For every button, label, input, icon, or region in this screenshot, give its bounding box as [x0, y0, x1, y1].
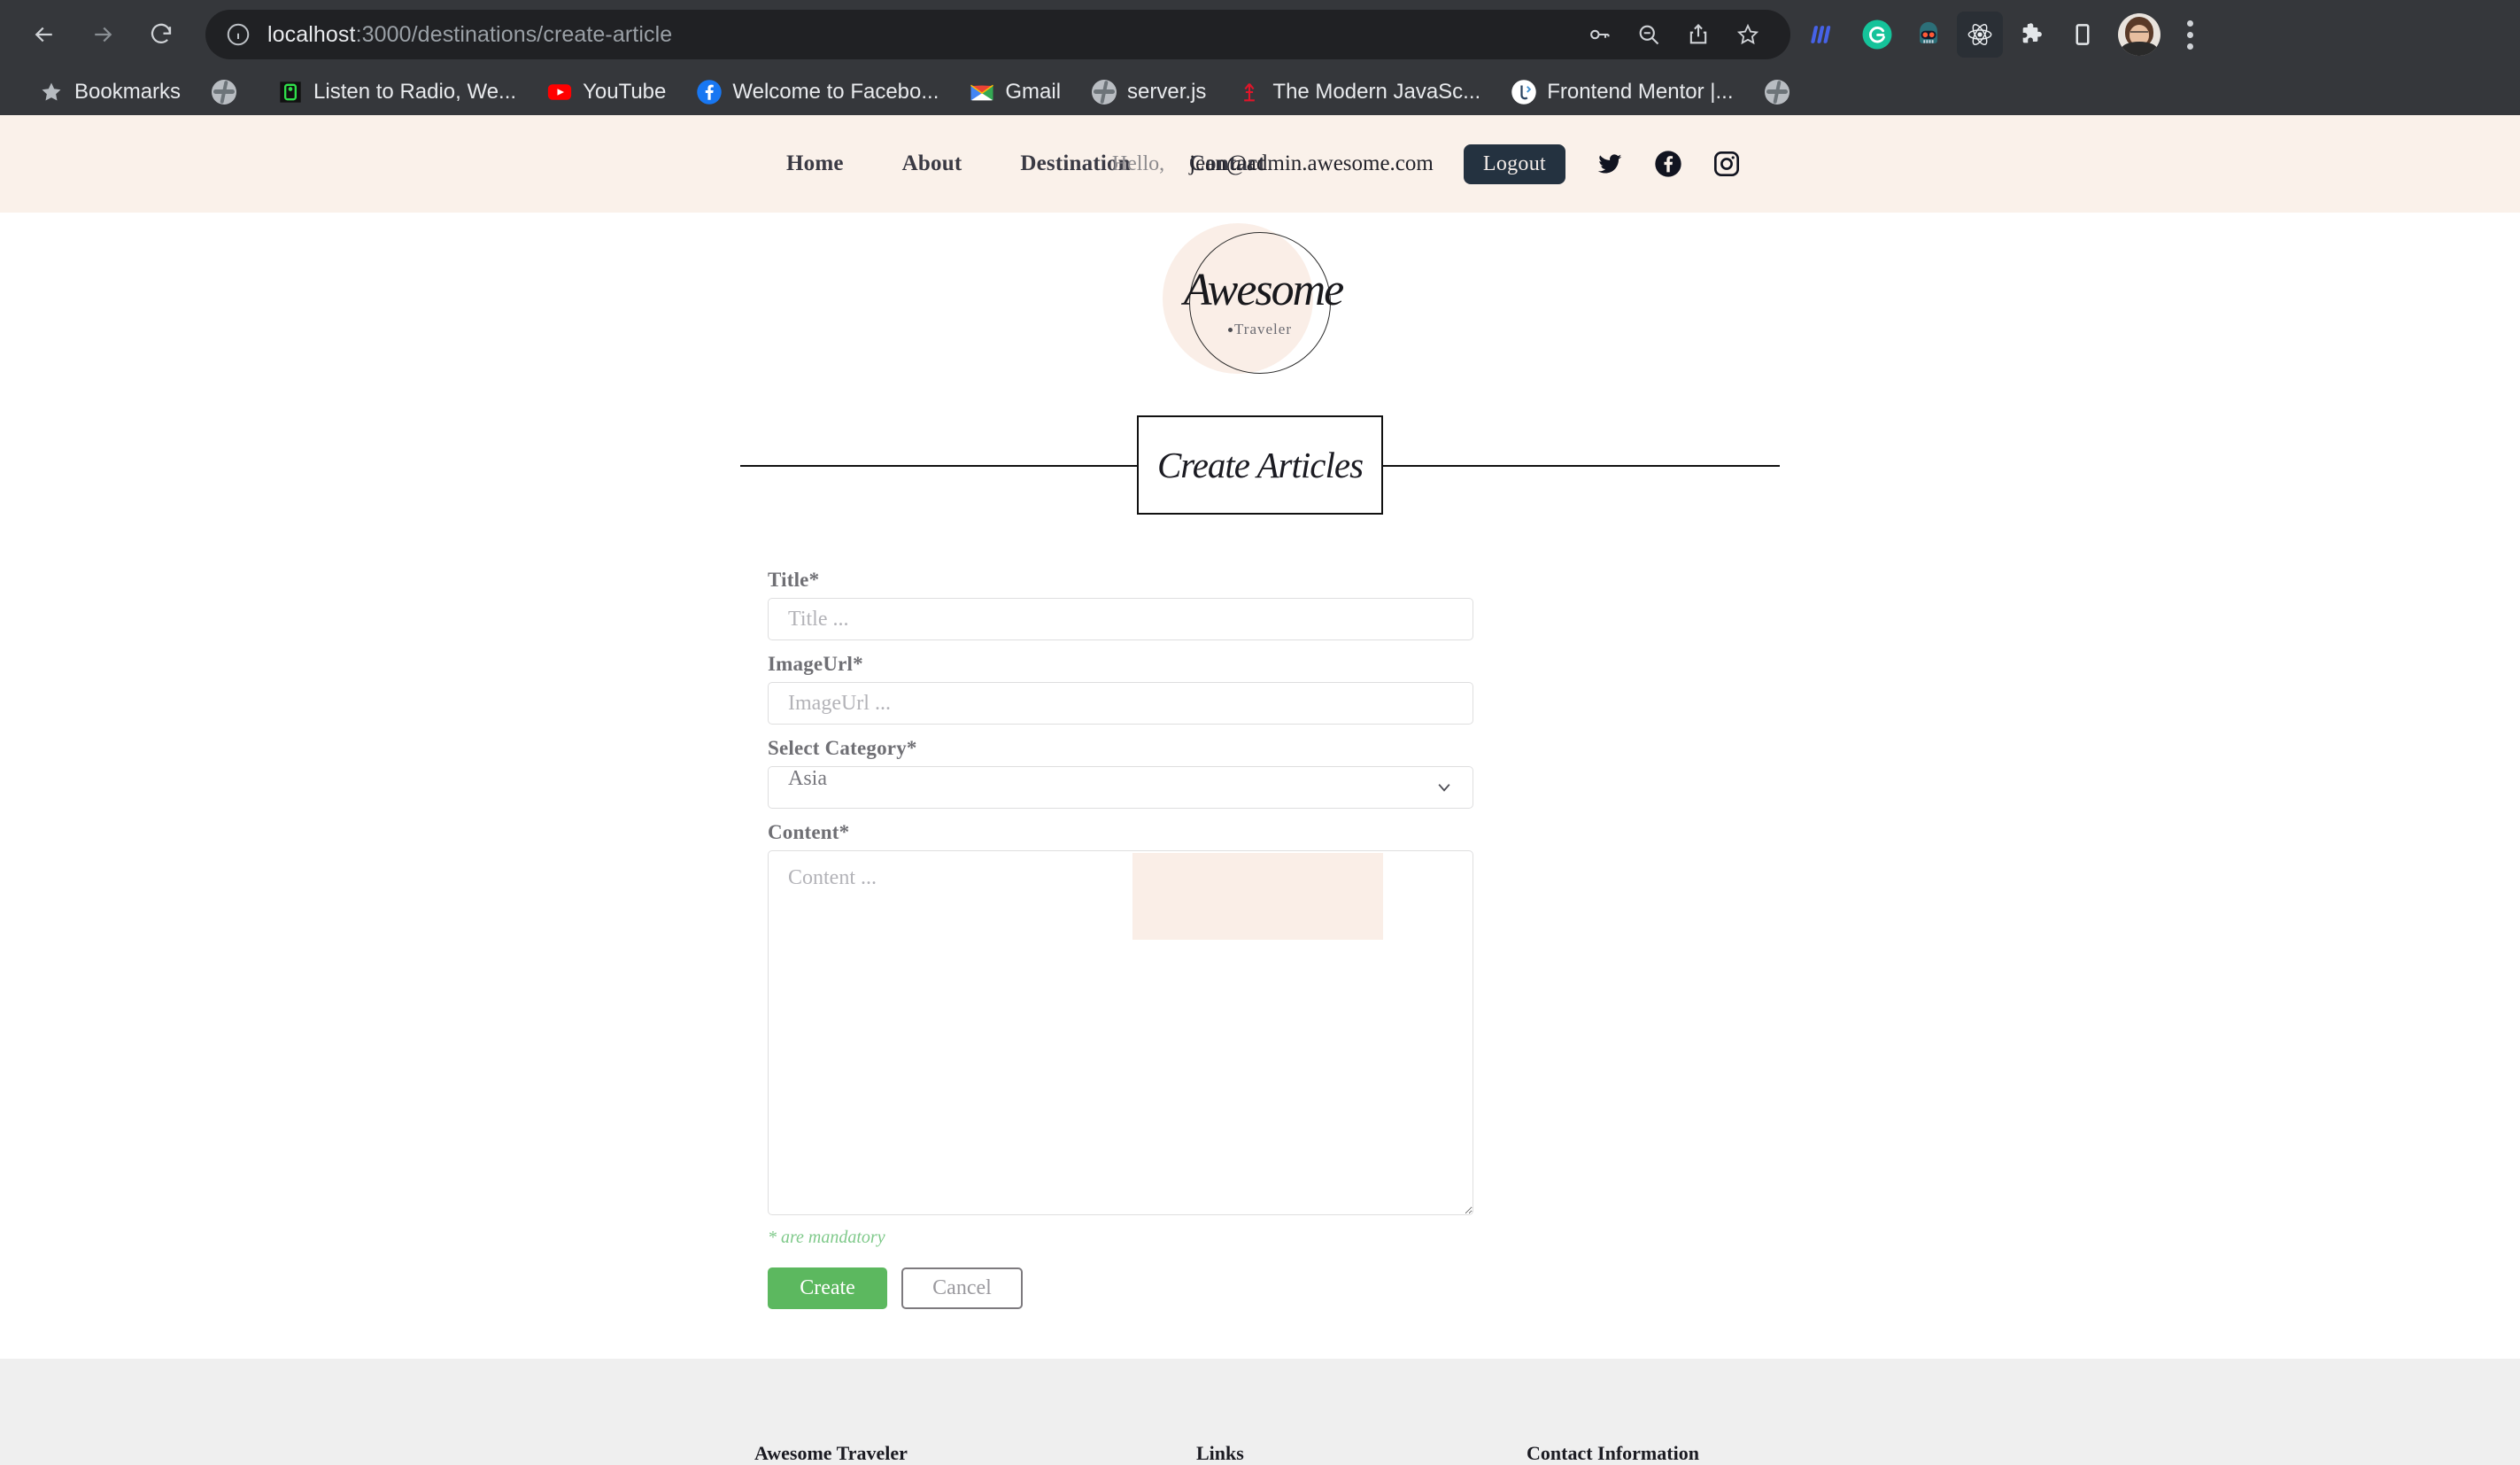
forward-arrow-icon[interactable]: [78, 10, 128, 59]
label-category: Select Category*: [768, 737, 917, 759]
bookmark-item-youtube[interactable]: YouTube: [531, 73, 681, 112]
youtube-icon: [546, 79, 573, 105]
instagram-icon[interactable]: [1712, 150, 1741, 178]
extensions-puzzle-icon[interactable]: [2008, 12, 2054, 58]
bookmark-label: YouTube: [583, 80, 667, 104]
frontend-mentor-icon: [1511, 79, 1537, 105]
field-imageurl: ImageUrl*: [768, 653, 1473, 725]
category-select[interactable]: Asia: [768, 766, 1473, 809]
social-links: [1596, 150, 1741, 178]
reading-list-icon[interactable]: [2060, 12, 2106, 58]
nav-item-about[interactable]: About: [873, 151, 992, 176]
globe-icon: [1764, 79, 1790, 105]
create-button[interactable]: Create: [768, 1267, 887, 1309]
user-email: jean@admin.awesome.com: [1189, 151, 1434, 175]
bookmarks-folder[interactable]: Bookmarks: [23, 73, 196, 112]
globe-icon: [1091, 79, 1117, 105]
facebook-icon[interactable]: [1654, 150, 1682, 178]
extension-blue-bars-icon[interactable]: [1803, 12, 1849, 58]
mandatory-note: * are mandatory: [768, 1228, 885, 1247]
footer-heading-brand: Awesome Traveler: [754, 1442, 908, 1464]
divider-left: [740, 465, 1139, 467]
field-category: Select Category* Asia: [768, 737, 1473, 809]
bookmark-item-frontend-mentor[interactable]: Frontend Mentor |...: [1496, 73, 1748, 112]
extension-icons: [1803, 12, 2210, 58]
radio-icon: [277, 79, 304, 105]
title-shadow-block: [1132, 853, 1383, 940]
globe-icon: [211, 79, 237, 105]
bookmark-label: server.js: [1127, 80, 1207, 104]
bookmark-star-icon: [38, 79, 65, 105]
three-dot-menu-icon[interactable]: [2169, 12, 2210, 58]
section-title-box: Create Articles: [1137, 415, 1383, 515]
title-input[interactable]: [768, 598, 1473, 640]
site-info-icon[interactable]: [225, 21, 251, 48]
site-footer: Awesome Traveler Links Contact Informati…: [0, 1359, 2520, 1465]
bookmarks-bar: Bookmarks Listen to Radio, We... YouTube…: [0, 69, 2520, 115]
zoom-out-icon[interactable]: [1626, 12, 1672, 58]
footer-heading-links: Links: [1196, 1442, 1244, 1464]
form-actions: Create Cancel: [768, 1267, 1473, 1309]
avatar: [2118, 13, 2161, 56]
bookmark-item-globe-1[interactable]: [196, 73, 262, 112]
cancel-button[interactable]: Cancel: [901, 1267, 1023, 1309]
share-icon[interactable]: [1675, 12, 1721, 58]
bookmark-label: Listen to Radio, We...: [313, 80, 517, 104]
facebook-icon: [696, 79, 723, 105]
navigation-buttons: [19, 10, 186, 59]
greeting-text: Hello,: [1111, 151, 1165, 175]
react-devtools-icon[interactable]: [1957, 12, 2003, 58]
bookmark-star-icon[interactable]: [1725, 12, 1771, 58]
bookmark-item-globe-2[interactable]: [1749, 73, 1815, 112]
bookmarks-label: Bookmarks: [74, 80, 182, 104]
address-bar[interactable]: localhost:3000/destinations/create-artic…: [205, 10, 1790, 59]
site-logo[interactable]: Awesome Traveler: [0, 213, 2520, 381]
javascript-info-icon: [1236, 79, 1263, 105]
label-title: Title*: [768, 569, 820, 591]
bookmark-label: The Modern JavaSc...: [1272, 80, 1481, 104]
browser-chrome: localhost:3000/destinations/create-artic…: [0, 0, 2520, 115]
url-host: localhost: [267, 21, 356, 47]
divider-right: [1381, 465, 1780, 467]
imageurl-input[interactable]: [768, 682, 1473, 725]
url-text: localhost:3000/destinations/create-artic…: [267, 22, 672, 48]
site-header: Home About Destination Contact Hello, je…: [0, 115, 2520, 213]
back-arrow-icon[interactable]: [19, 10, 69, 59]
field-title: Title*: [768, 569, 1473, 640]
bookmark-label: Welcome to Facebo...: [732, 80, 939, 104]
page-content: Home About Destination Contact Hello, je…: [0, 115, 2520, 1465]
reload-icon[interactable]: [136, 10, 186, 59]
logout-button[interactable]: Logout: [1463, 143, 1565, 184]
logo-name: Awesome: [1183, 265, 1345, 315]
gmail-icon: [969, 79, 995, 105]
grammarly-icon[interactable]: [1854, 12, 1900, 58]
bookmark-item-radio[interactable]: Listen to Radio, We...: [262, 73, 531, 112]
twitter-icon[interactable]: [1596, 150, 1624, 178]
nav-item-home[interactable]: Home: [757, 151, 873, 176]
page-title: Create Articles: [1156, 445, 1364, 485]
logo-subtitle: Traveler: [1234, 321, 1292, 337]
password-key-icon[interactable]: [1576, 12, 1622, 58]
browser-toolbar: localhost:3000/destinations/create-artic…: [0, 0, 2520, 69]
bookmark-item-javascript-info[interactable]: The Modern JavaSc...: [1221, 73, 1496, 112]
bookmark-item-gmail[interactable]: Gmail: [954, 73, 1076, 112]
user-bar: Hello, jean@admin.awesome.com Logout: [1112, 115, 1741, 213]
bookmark-label: Gmail: [1005, 80, 1062, 104]
label-content: Content*: [768, 821, 850, 843]
section-title-row: Create Articles: [0, 381, 2520, 940]
url-path: :3000/destinations/create-article: [355, 21, 673, 47]
footer-heading-contact: Contact Information: [1527, 1442, 1699, 1464]
omnibox-actions: [1576, 12, 1771, 58]
extension-robot-icon[interactable]: [1905, 12, 1952, 58]
bookmark-label: Frontend Mentor |...: [1547, 80, 1734, 104]
profile-avatar[interactable]: [2116, 12, 2162, 58]
bookmark-item-serverjs[interactable]: server.js: [1076, 73, 1221, 112]
label-imageurl: ImageUrl*: [768, 653, 863, 675]
bookmark-item-facebook[interactable]: Welcome to Facebo...: [681, 73, 954, 112]
